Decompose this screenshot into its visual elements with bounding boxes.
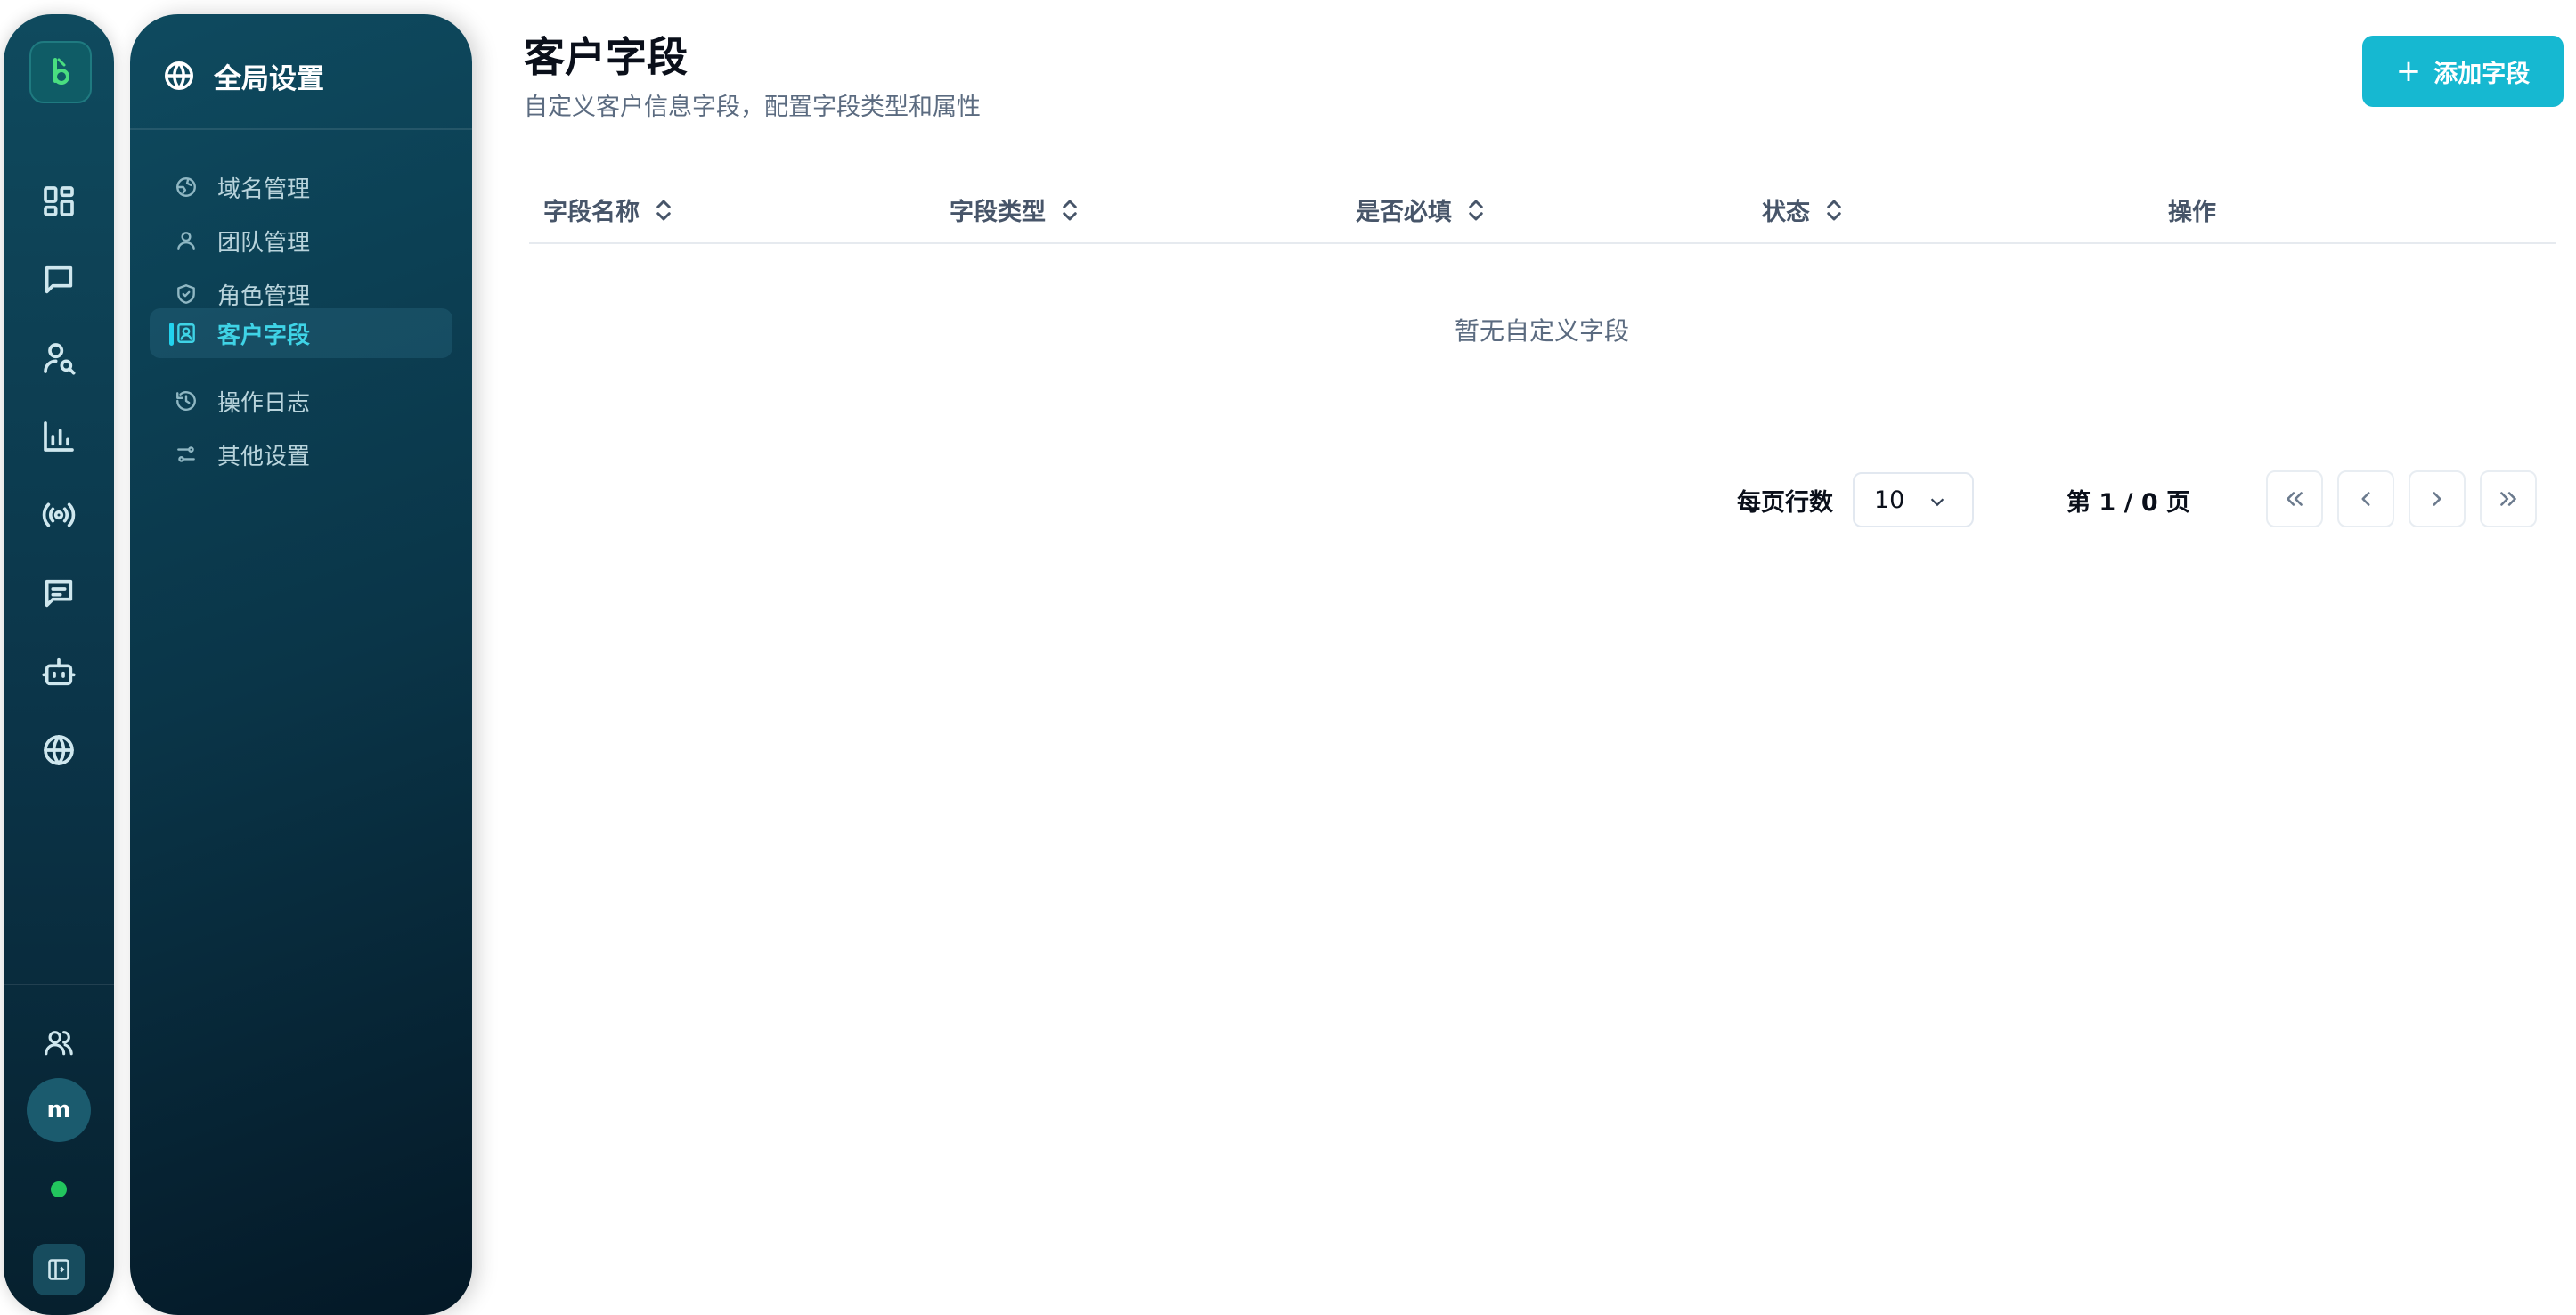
user-avatar[interactable]: m (27, 1078, 91, 1142)
online-status-dot (51, 1181, 67, 1197)
add-field-label: 添加字段 (2433, 60, 2531, 88)
rows-per-page-label: 每页行数 (1737, 489, 1833, 517)
menu-item-domain[interactable]: 域名管理 (150, 162, 452, 212)
column-label: 字段名称 (543, 199, 640, 226)
dashboard-icon (44, 186, 74, 216)
nav-global[interactable] (37, 729, 80, 772)
sort-icon (1063, 200, 1077, 220)
domain-globe-icon (176, 177, 196, 197)
sort-icon (1827, 200, 1841, 220)
globe-icon (44, 735, 74, 765)
add-field-button[interactable]: + 添加字段 (2362, 36, 2564, 107)
panel-divider (130, 128, 472, 130)
logo-icon (53, 58, 69, 85)
menu-item-label: 操作日志 (217, 389, 311, 417)
last-page-button[interactable] (2480, 470, 2537, 527)
nav-dashboard[interactable] (37, 180, 80, 223)
nav-analytics[interactable] (37, 415, 80, 458)
column-label: 操作 (2168, 199, 2216, 226)
nav-bot[interactable] (37, 650, 80, 693)
bot-icon (42, 658, 76, 686)
sidebar-toggle-icon (48, 1259, 69, 1280)
chevron-left-icon (2361, 492, 2370, 506)
globe-icon (165, 61, 193, 90)
broadcast-icon (42, 502, 76, 527)
previous-page-button[interactable] (2337, 470, 2394, 527)
history-icon (176, 391, 196, 411)
users-icon (45, 1031, 73, 1056)
user-icon (177, 232, 195, 250)
chevrons-left-icon (2287, 492, 2303, 506)
column-field-type[interactable]: 字段类型 (950, 192, 1080, 227)
next-page-button[interactable] (2409, 470, 2466, 527)
menu-item-label: 团队管理 (217, 229, 311, 257)
page-info: 第 1 / 0 页 (2067, 489, 2191, 517)
rail-divider (4, 984, 114, 985)
settings-panel-title: 全局设置 (214, 62, 324, 95)
menu-item-team[interactable]: 团队管理 (150, 216, 452, 265)
column-label: 是否必填 (1356, 199, 1452, 226)
collapse-sidebar-button[interactable] (33, 1244, 85, 1295)
plus-icon: + (2395, 53, 2422, 89)
rows-per-page-select[interactable]: 10 (1853, 472, 1974, 527)
message-icon (45, 579, 73, 608)
nav-team[interactable] (37, 1021, 80, 1064)
nav-broadcast[interactable] (37, 494, 80, 536)
column-label: 字段类型 (950, 199, 1046, 226)
nav-messages[interactable] (37, 572, 80, 615)
menu-item-label: 角色管理 (217, 282, 311, 310)
sort-icon (1469, 200, 1483, 220)
rows-per-page-value: 10 (1874, 486, 1905, 514)
settings-panel-header: 全局设置 (162, 53, 324, 98)
menu-item-logs[interactable]: 操作日志 (150, 376, 452, 426)
app-rail: m (4, 14, 114, 1315)
chevrons-right-icon (2500, 492, 2516, 506)
chevron-down-icon (1930, 498, 1944, 507)
column-required[interactable]: 是否必填 (1356, 192, 1486, 227)
chevron-right-icon (2433, 492, 2441, 506)
table-empty-state: 暂无自定义字段 (1454, 316, 1629, 346)
shield-icon (177, 284, 195, 304)
menu-item-label: 域名管理 (217, 176, 311, 203)
menu-item-label: 其他设置 (217, 443, 311, 470)
chat-icon (45, 265, 73, 294)
analytics-icon (44, 421, 74, 452)
sort-icon (656, 200, 671, 220)
app-logo[interactable] (29, 41, 92, 103)
nav-chat[interactable] (37, 258, 80, 301)
column-actions: 操作 (2168, 192, 2216, 227)
page-title: 客户字段 (524, 33, 688, 81)
page-subtitle: 自定义客户信息字段，配置字段类型和属性 (524, 94, 981, 121)
column-status[interactable]: 状态 (1762, 192, 1844, 227)
settings-panel: 全局设置 域名管理 团队管理 角色管理 客户字段 操作日志 其他设置 (130, 14, 472, 1315)
menu-item-other-settings[interactable]: 其他设置 (150, 429, 452, 479)
first-page-button[interactable] (2266, 470, 2323, 527)
column-label: 状态 (1762, 199, 1810, 226)
sliders-icon (177, 446, 195, 462)
column-field-name[interactable]: 字段名称 (543, 192, 673, 227)
table-header: 字段名称 字段类型 是否必填 状态 操作 (529, 184, 2556, 244)
